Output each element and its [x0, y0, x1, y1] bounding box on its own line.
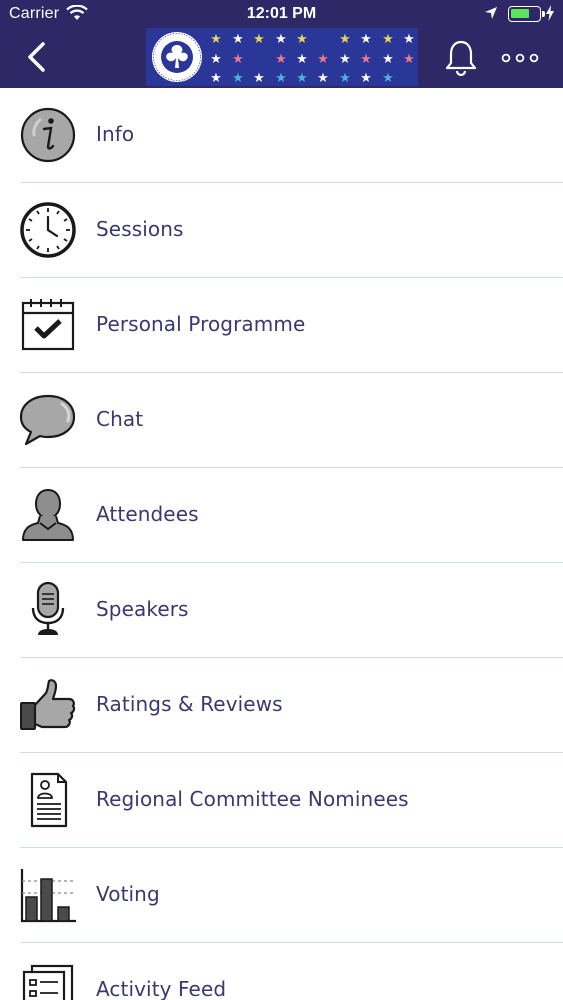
- svg-text:★: ★: [382, 52, 394, 67]
- menu-item-label: Ratings & Reviews: [96, 692, 283, 716]
- battery-icon: [508, 6, 545, 22]
- svg-text:★: ★: [296, 32, 308, 47]
- svg-text:★: ★: [232, 71, 244, 86]
- svg-text:★: ★: [253, 71, 265, 86]
- svg-text:★: ★: [339, 71, 351, 86]
- svg-text:★: ★: [403, 52, 415, 67]
- svg-text:★: ★: [382, 32, 394, 47]
- status-bar: Carrier 12:01 PM: [0, 0, 563, 30]
- calendar-check-icon: [21, 299, 75, 351]
- svg-text:★: ★: [210, 52, 222, 67]
- menu-item-voting[interactable]: Voting: [0, 848, 563, 943]
- nav-bar: ★ ★ ★ ★ ★ ★ ★ ★ ★ ★ ★ ★ ★ ★ ★ ★ ★ ★ ★ ★ ★ ★ ★ ★ ★ ★ ★: [0, 28, 563, 86]
- svg-text:★: ★: [339, 52, 351, 67]
- menu-item-activity-feed[interactable]: Activity Feed: [0, 943, 563, 1000]
- banner-stars: ★ ★ ★ ★ ★ ★ ★ ★ ★ ★ ★ ★ ★ ★ ★ ★ ★ ★ ★ ★ ★ ★ ★ ★ ★ ★ ★: [210, 32, 415, 86]
- info-icon: [20, 107, 76, 163]
- feed-icon: [22, 964, 74, 1000]
- svg-text:★: ★: [275, 71, 287, 86]
- svg-text:★: ★: [296, 71, 308, 86]
- svg-text:★: ★: [210, 71, 222, 86]
- svg-text:★: ★: [275, 32, 287, 47]
- menu-item-ratings-reviews[interactable]: Ratings & Reviews: [0, 658, 563, 753]
- menu-item-label: Personal Programme: [96, 312, 306, 336]
- menu-item-chat[interactable]: Chat: [0, 373, 563, 468]
- svg-text:★: ★: [210, 32, 222, 47]
- menu-item-speakers[interactable]: Speakers: [0, 563, 563, 658]
- battery-level: [511, 9, 529, 18]
- menu-item-label: Voting: [96, 882, 160, 906]
- svg-text:★: ★: [296, 52, 308, 67]
- svg-text:★: ★: [317, 52, 329, 67]
- svg-text:★: ★: [360, 71, 372, 86]
- menu-item-label: Chat: [96, 407, 144, 431]
- bell-icon[interactable]: [443, 39, 479, 77]
- bar-chart-icon: [20, 869, 76, 923]
- menu-item-attendees[interactable]: Attendees: [0, 468, 563, 563]
- menu-item-label: Sessions: [96, 217, 184, 241]
- menu-item-label: Speakers: [96, 597, 189, 621]
- menu-item-label: Info: [96, 122, 135, 146]
- charging-bolt-icon: [546, 5, 554, 21]
- menu-item-personal-programme[interactable]: Personal Programme: [0, 278, 563, 373]
- menu-item-label: Attendees: [96, 502, 199, 526]
- svg-text:★: ★: [360, 32, 372, 47]
- menu-item-label: Regional Committee Nominees: [96, 787, 409, 811]
- svg-text:★: ★: [232, 32, 244, 47]
- svg-text:★: ★: [317, 71, 329, 86]
- svg-text:★: ★: [253, 32, 265, 47]
- document-profile-icon: [30, 772, 68, 828]
- person-icon: [22, 488, 74, 541]
- thumbs-up-icon: [20, 679, 76, 730]
- microphone-icon: [31, 581, 65, 635]
- more-options-icon[interactable]: [500, 51, 540, 65]
- clock-icon: [20, 202, 76, 258]
- menu-item-regional-committee-nominees[interactable]: Regional Committee Nominees: [0, 753, 563, 848]
- event-banner: ★ ★ ★ ★ ★ ★ ★ ★ ★ ★ ★ ★ ★ ★ ★ ★ ★ ★ ★ ★ ★ ★ ★ ★ ★ ★ ★: [146, 28, 418, 86]
- menu-item-label: Activity Feed: [96, 977, 227, 1000]
- svg-text:★: ★: [339, 32, 351, 47]
- svg-text:★: ★: [403, 32, 415, 47]
- back-chevron-icon[interactable]: [22, 40, 54, 74]
- svg-text:★: ★: [275, 52, 287, 67]
- speech-bubble-icon: [19, 394, 76, 446]
- svg-text:★: ★: [382, 71, 394, 86]
- clock-time: 12:01 PM: [246, 5, 317, 22]
- top-bar: Carrier 12:01 PM ★ ★ ★ ★ ★ ★ ★ ★ ★ ★ ★ ★…: [0, 0, 563, 88]
- menu-item-info[interactable]: Info: [0, 88, 563, 183]
- menu-item-sessions[interactable]: Sessions: [0, 183, 563, 278]
- svg-text:★: ★: [232, 52, 244, 67]
- location-arrow-icon: [485, 7, 497, 19]
- main-menu-list: Info Sessions Personal Programme Chat At…: [0, 88, 563, 1000]
- svg-text:★: ★: [360, 52, 372, 67]
